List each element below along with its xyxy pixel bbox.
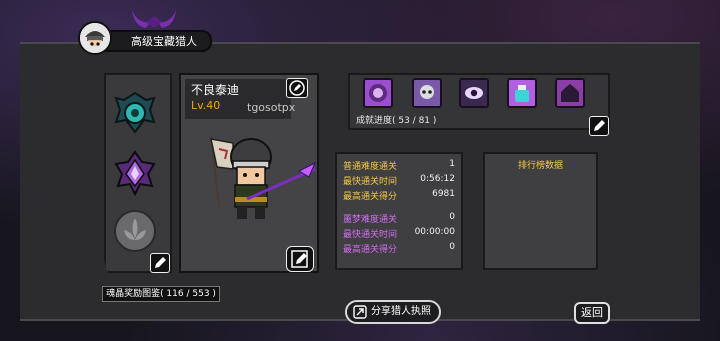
reward-catalog-button[interactable]: 魂晶奖励图鉴( 116 / 553 ) [102,286,220,302]
ranking-panel: 排行榜数据 [483,152,598,270]
purple-emblem-icon[interactable] [112,150,158,196]
hero-character-sprite [210,136,316,219]
stat-value: 0 [449,212,455,222]
medal-face-icon[interactable] [363,78,393,108]
avatar[interactable] [78,21,112,55]
character-name: 不良泰迪 [191,83,240,97]
medal-eye-icon[interactable] [459,78,489,108]
stat-row: 普通难度通关 1 [337,159,461,173]
stat-row: 最快通关时间 00:00:00 [337,227,461,241]
stat-row: 最高通关得分 6981 [337,189,461,203]
page-title: 高级宝藏猎人 [102,30,212,52]
back-button[interactable]: 返回 [574,302,610,324]
edit-character-button[interactable] [286,246,314,272]
stat-label: 最高通关得分 [343,192,398,202]
pencil-icon [155,257,166,268]
edit-achievements-button[interactable] [589,116,609,136]
stat-value: 6981 [432,189,455,199]
character-card: 不良泰迪 Lv.40 tgosotpx [179,73,319,273]
stat-row: 噩梦难度通关 0 [337,212,461,226]
pencil-icon [289,80,305,96]
achievement-progress: 成就进度( 53 / 81 ) [356,116,437,126]
pencil-icon [291,250,308,268]
share-license-button[interactable]: 分享猎人执照 [345,300,441,324]
stat-value: 1 [449,159,455,169]
stat-row: 最高通关得分 0 [337,242,461,256]
ranking-title: 排行榜数据 [517,161,563,171]
title-tab: 高级宝藏猎人 [78,21,213,57]
stat-value: 0:56:12 [420,174,455,184]
share-icon [353,305,367,319]
stat-label: 普通难度通关 [343,162,398,172]
medal-skull-icon[interactable] [412,78,442,108]
stat-label: 最高通关得分 [343,245,398,255]
character-level: Lv.40 [191,99,221,112]
stat-label: 最快通关时间 [343,230,398,240]
edit-name-button[interactable] [286,78,308,98]
medal-castle-icon[interactable] [555,78,585,108]
edit-badges-button[interactable] [150,253,170,273]
stat-value: 00:00:00 [414,227,455,237]
stat-label: 最快通关时间 [343,177,398,187]
locked-emblem-icon[interactable] [112,208,158,254]
stat-label: 噩梦难度通关 [343,215,398,225]
stats-panel: 普通难度通关 1 最快通关时间 0:56:12 最高通关得分 6981 噩梦难度… [335,152,463,270]
stat-value: 0 [449,242,455,252]
user-id: tgosotpx [247,101,296,114]
medal-potion-icon[interactable] [507,78,537,108]
stat-row: 最快通关时间 0:56:12 [337,174,461,188]
share-label: 分享猎人执照 [371,306,431,317]
hunter-face-icon [80,23,110,53]
pencil-icon [594,120,605,131]
teal-emblem-icon[interactable] [112,90,158,136]
